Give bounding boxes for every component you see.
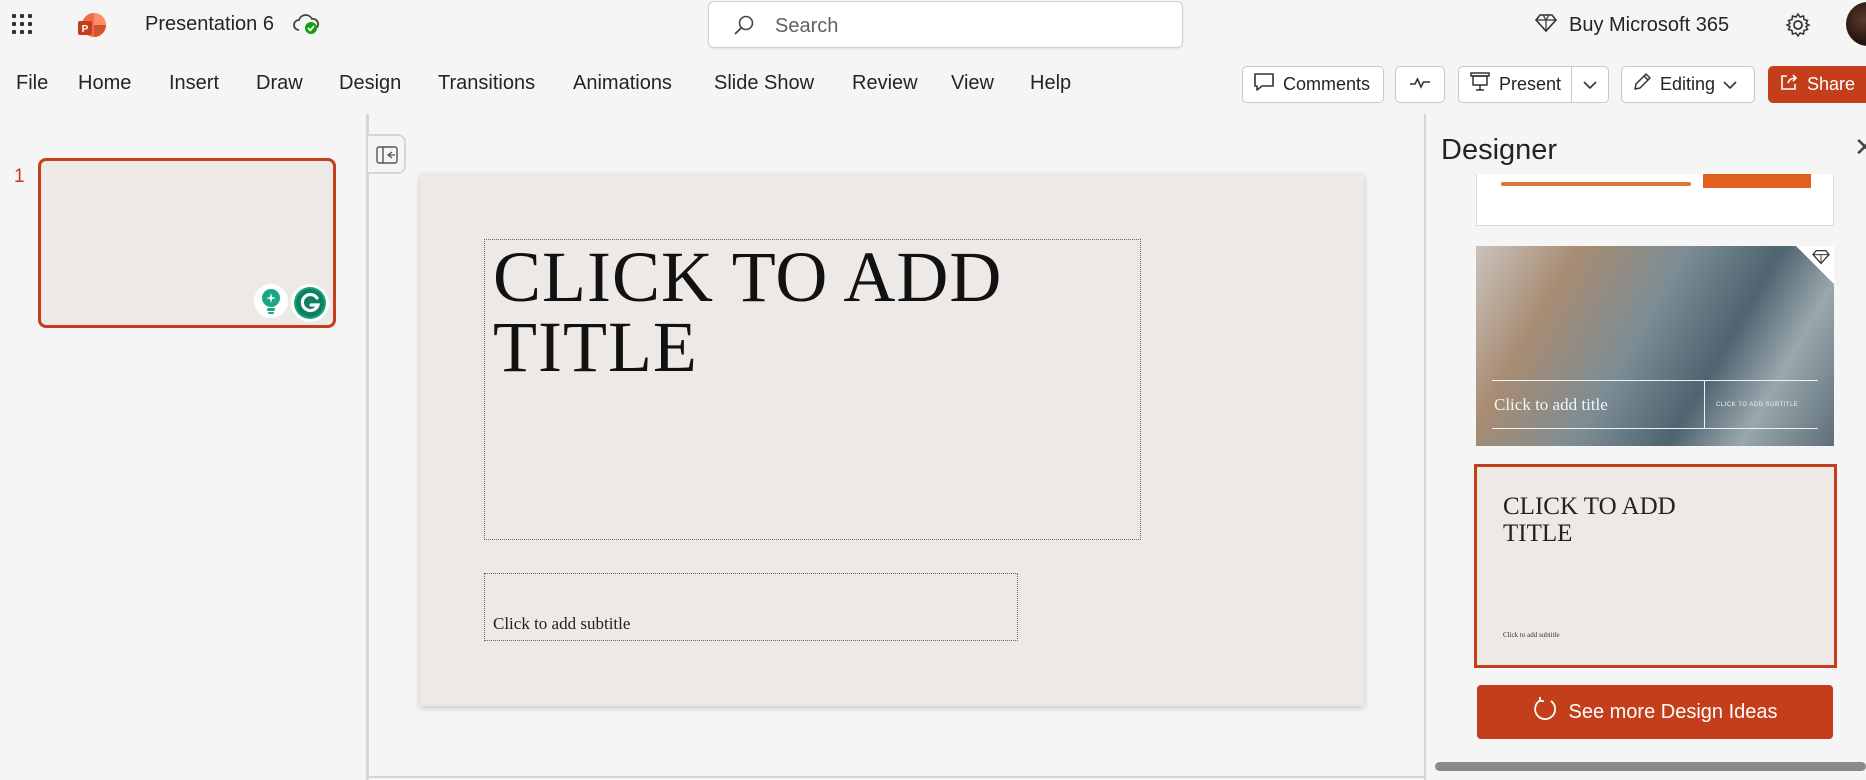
subtitle-placeholder-text: Click to add subtitle bbox=[493, 614, 631, 633]
design-idea-card[interactable] bbox=[1476, 174, 1834, 226]
slide-number: 1 bbox=[14, 166, 25, 187]
notes-divider[interactable] bbox=[368, 776, 1426, 778]
design-accent-stroke bbox=[1501, 182, 1691, 186]
catch-up-icon bbox=[1409, 74, 1431, 95]
design-card-subtitle: CLICK TO ADD SUBTITLE bbox=[1716, 402, 1799, 408]
menu-transitions[interactable]: Transitions bbox=[438, 72, 535, 95]
menu-file[interactable]: File bbox=[16, 72, 48, 95]
horizontal-scrollbar[interactable] bbox=[1435, 762, 1866, 771]
share-icon bbox=[1779, 72, 1799, 97]
menu-slide-show[interactable]: Slide Show bbox=[714, 72, 814, 95]
comment-icon bbox=[1253, 72, 1275, 97]
design-card-subtitle: Click to add subtitle bbox=[1503, 631, 1560, 639]
catch-up-button[interactable] bbox=[1395, 66, 1445, 103]
menu-view[interactable]: View bbox=[951, 72, 994, 95]
designer-pane-divider bbox=[1424, 114, 1426, 780]
card-rule-vertical bbox=[1704, 380, 1705, 428]
gear-icon[interactable] bbox=[1785, 12, 1811, 38]
design-idea-card-selected[interactable]: CLICK TO ADD TITLE Click to add subtitle bbox=[1474, 464, 1837, 668]
editing-label: Editing bbox=[1660, 74, 1716, 94]
present-dropdown-button[interactable] bbox=[1571, 66, 1609, 103]
diamond-icon bbox=[1812, 249, 1830, 270]
menu-draw[interactable]: Draw bbox=[256, 72, 303, 95]
title-placeholder[interactable]: CLICK TO ADD TITLE bbox=[484, 239, 1141, 540]
menu-home[interactable]: Home bbox=[78, 72, 131, 95]
see-more-design-ideas-button[interactable]: See more Design Ideas bbox=[1477, 685, 1833, 739]
card-rule-bottom bbox=[1492, 428, 1818, 429]
collapse-panel-button[interactable] bbox=[368, 134, 406, 174]
powerpoint-logo-icon[interactable]: P bbox=[76, 10, 108, 42]
menu-review[interactable]: Review bbox=[852, 72, 918, 95]
present-icon bbox=[1469, 71, 1491, 98]
close-icon[interactable]: ✕ bbox=[1854, 132, 1866, 163]
design-card-title: CLICK TO ADD TITLE bbox=[1503, 493, 1676, 547]
chevron-down-icon bbox=[1583, 74, 1597, 95]
comments-label: Comments bbox=[1283, 74, 1371, 94]
design-accent-block bbox=[1703, 174, 1811, 188]
collapse-panel-icon bbox=[376, 146, 398, 169]
card-rule-top bbox=[1492, 380, 1818, 381]
menu-animations[interactable]: Animations bbox=[573, 72, 672, 95]
present-label: Present bbox=[1499, 74, 1562, 94]
app-launcher-icon[interactable] bbox=[8, 12, 32, 36]
diamond-icon bbox=[1534, 13, 1558, 38]
lightbulb-addin-icon[interactable] bbox=[254, 284, 288, 318]
buy-label: Buy Microsoft 365 bbox=[1569, 13, 1730, 36]
design-card-title: Click to add title bbox=[1494, 395, 1608, 414]
avatar[interactable] bbox=[1846, 2, 1866, 46]
grammarly-icon[interactable] bbox=[291, 284, 329, 322]
search-placeholder: Search bbox=[775, 15, 839, 37]
search-input[interactable]: Search bbox=[708, 1, 1183, 48]
title-bar: P Presentation 6 Search Buy Microsoft 36… bbox=[0, 0, 1866, 50]
menu-insert[interactable]: Insert bbox=[169, 72, 219, 95]
search-icon bbox=[733, 14, 755, 36]
see-more-label: See more Design Ideas bbox=[1568, 700, 1778, 723]
chevron-down-icon bbox=[1723, 74, 1737, 95]
editing-mode-button[interactable]: Editing bbox=[1621, 66, 1755, 103]
share-button[interactable]: Share bbox=[1768, 66, 1866, 103]
slide-canvas[interactable]: CLICK TO ADD TITLE Click to add subtitle bbox=[420, 174, 1364, 706]
document-title[interactable]: Presentation 6 bbox=[145, 13, 274, 36]
buy-microsoft-365-button[interactable]: Buy Microsoft 365 bbox=[1534, 12, 1730, 38]
subtitle-placeholder[interactable]: Click to add subtitle bbox=[484, 573, 1018, 641]
design-idea-card[interactable]: Click to add title CLICK TO ADD SUBTITLE bbox=[1476, 246, 1834, 446]
designer-pane-title: Designer bbox=[1441, 134, 1558, 166]
pencil-icon bbox=[1632, 72, 1652, 97]
pane-divider[interactable] bbox=[366, 114, 369, 780]
svg-text:P: P bbox=[82, 24, 89, 35]
share-label: Share bbox=[1807, 74, 1856, 94]
menu-design[interactable]: Design bbox=[339, 72, 401, 95]
refresh-icon bbox=[1532, 696, 1558, 728]
cloud-saved-icon[interactable] bbox=[292, 12, 320, 36]
menu-bar: File Home Insert Draw Design Transitions… bbox=[0, 56, 1866, 112]
present-button[interactable]: Present bbox=[1458, 66, 1572, 103]
menu-help[interactable]: Help bbox=[1030, 72, 1071, 95]
title-placeholder-text: CLICK TO ADD TITLE bbox=[493, 237, 1003, 387]
comments-button[interactable]: Comments bbox=[1242, 66, 1384, 103]
